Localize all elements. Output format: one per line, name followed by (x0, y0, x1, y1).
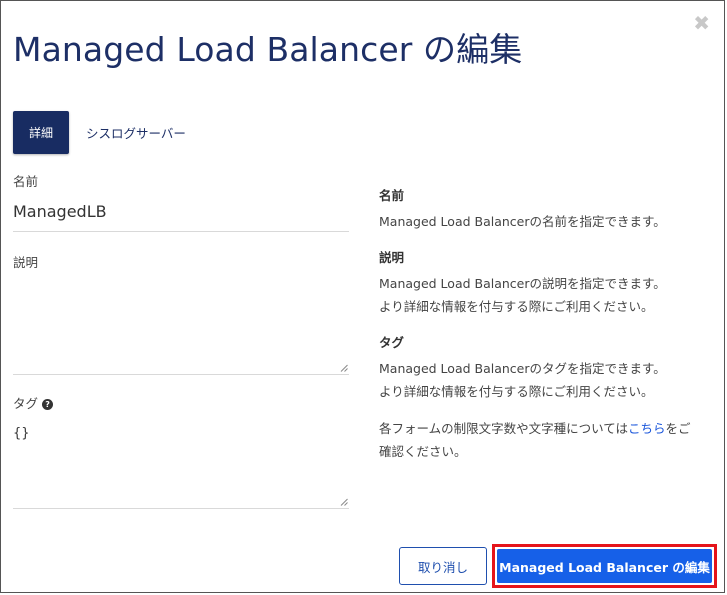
help-description-block: 説明 Managed Load Balancerの説明を指定できます。 より詳細… (379, 247, 714, 318)
description-label: 説明 (13, 255, 39, 270)
tab-bar: 詳細 シスログサーバー (13, 111, 186, 154)
help-limits-line-1: 各フォームの制限文字数や文字種についてはこちらをご (379, 417, 714, 440)
resize-grip-icon[interactable] (340, 364, 348, 372)
tab-details[interactable]: 詳細 (13, 111, 69, 154)
cancel-button[interactable]: 取り消し (399, 547, 487, 585)
help-limits-text: 各フォームの制限文字数や文字種については (379, 421, 629, 436)
tags-label: タグ (13, 396, 39, 411)
help-limits-block: 各フォームの制限文字数や文字種についてはこちらをご 確認ください。 (379, 417, 714, 463)
help-limits-line-2: 確認ください。 (379, 444, 467, 459)
help-name-block: 名前 Managed Load Balancerの名前を指定できます。 (379, 185, 714, 233)
close-icon[interactable]: ✖ (693, 13, 710, 33)
tags-textarea[interactable]: {} (13, 412, 349, 509)
help-limits-text-after: をご (665, 421, 691, 436)
form-column: 名前 ManagedLB 説明 タグ? {} (13, 171, 349, 509)
name-input[interactable]: ManagedLB (13, 202, 349, 232)
resize-grip-icon[interactable] (340, 498, 348, 506)
help-name-text: Managed Load Balancerの名前を指定できます。 (379, 214, 666, 229)
help-tags-text-1: Managed Load Balancerのタグを指定できます。 (379, 361, 666, 376)
help-tags-block: タグ Managed Load Balancerのタグを指定できます。 より詳細… (379, 332, 714, 403)
help-description-text-2: より詳細な情報を付与する際にご利用ください。 (379, 299, 654, 314)
tags-label-row: タグ? (13, 393, 349, 412)
help-tags-heading: タグ (379, 335, 405, 350)
edit-dialog: ✖ Managed Load Balancer の編集 詳細 シスログサーバー … (0, 0, 725, 593)
name-label: 名前 (13, 174, 39, 189)
submit-edit-button[interactable]: Managed Load Balancer の編集 (497, 549, 712, 583)
tags-value: {} (13, 426, 30, 441)
limits-link[interactable]: こちら (628, 421, 666, 436)
help-description-text-1: Managed Load Balancerの説明を指定できます。 (379, 276, 666, 291)
description-value (13, 271, 349, 279)
help-name-heading: 名前 (379, 188, 405, 203)
question-circle-icon[interactable]: ? (42, 399, 54, 410)
tab-syslog-server[interactable]: シスログサーバー (86, 123, 186, 142)
help-column: 名前 Managed Load Balancerの名前を指定できます。 説明 M… (379, 185, 714, 475)
help-description-heading: 説明 (379, 250, 405, 265)
help-tags-text-2: より詳細な情報を付与する際にご利用ください。 (379, 384, 654, 399)
description-textarea[interactable] (13, 271, 349, 375)
dialog-title: Managed Load Balancer の編集 (13, 30, 523, 69)
